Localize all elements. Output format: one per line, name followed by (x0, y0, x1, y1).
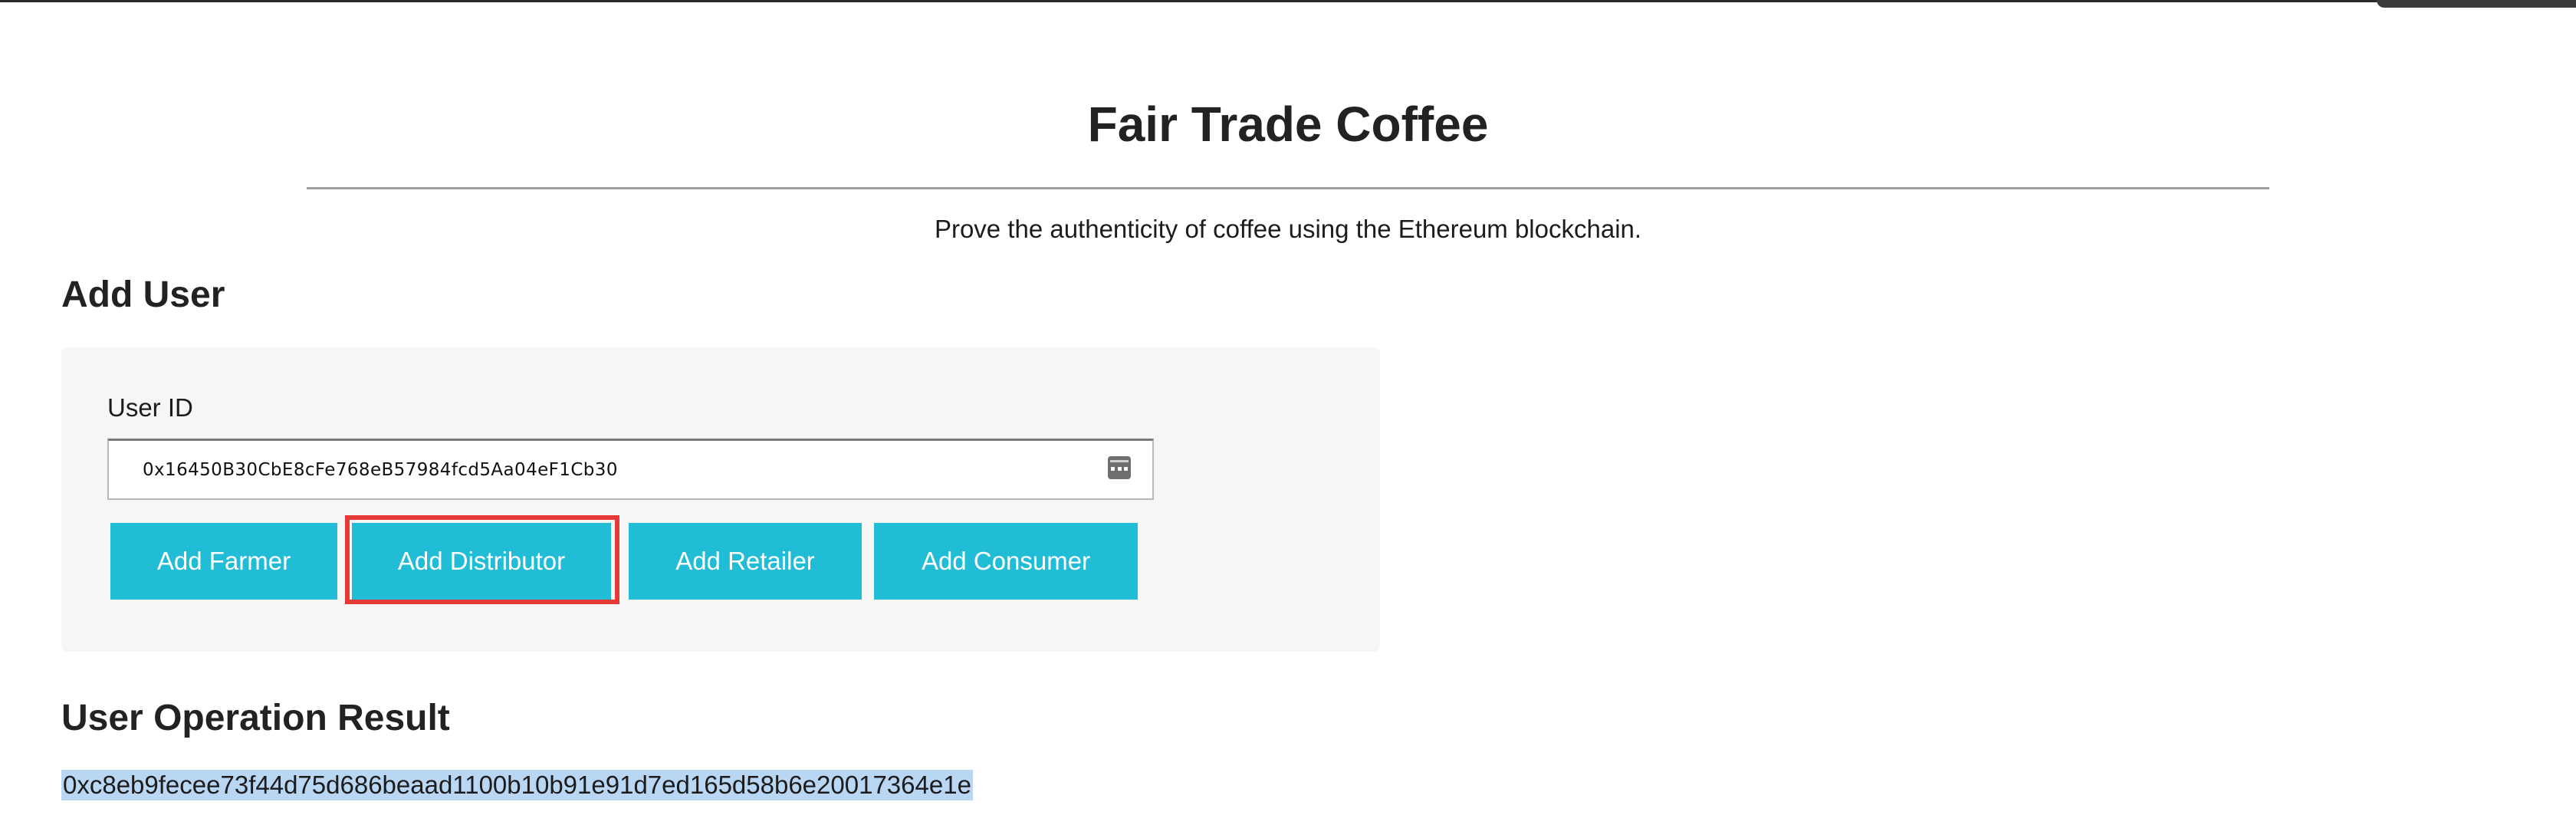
title-divider (307, 187, 2269, 189)
add-consumer-button[interactable]: Add Consumer (874, 523, 1138, 600)
result-transaction-hash[interactable]: 0xc8eb9fecee73f44d75d686beaad1100b10b91e… (61, 770, 973, 800)
page-title: Fair Trade Coffee (1087, 97, 1489, 152)
add-distributor-button[interactable]: Add Distributor (352, 523, 611, 600)
add-farmer-button[interactable]: Add Farmer (110, 523, 337, 600)
contact-card-icon[interactable] (1108, 456, 1131, 479)
add-retailer-button[interactable]: Add Retailer (629, 523, 862, 600)
page-subtitle: Prove the authenticity of coffee using t… (934, 215, 1642, 243)
user-id-input[interactable]: 0x16450B30CbE8cFe768eB57984fcd5Aa04eF1Cb… (107, 439, 1154, 500)
window-top-border (0, 0, 2576, 2)
page: Fair Trade Coffee Prove the authenticity… (0, 0, 2576, 825)
user-id-label: User ID (107, 393, 193, 422)
window-corner-tab (2377, 0, 2576, 8)
user-operation-result-heading: User Operation Result (61, 698, 450, 738)
add-user-heading: Add User (61, 274, 225, 315)
user-id-input-value[interactable]: 0x16450B30CbE8cFe768eB57984fcd5Aa04eF1Cb… (143, 456, 618, 484)
